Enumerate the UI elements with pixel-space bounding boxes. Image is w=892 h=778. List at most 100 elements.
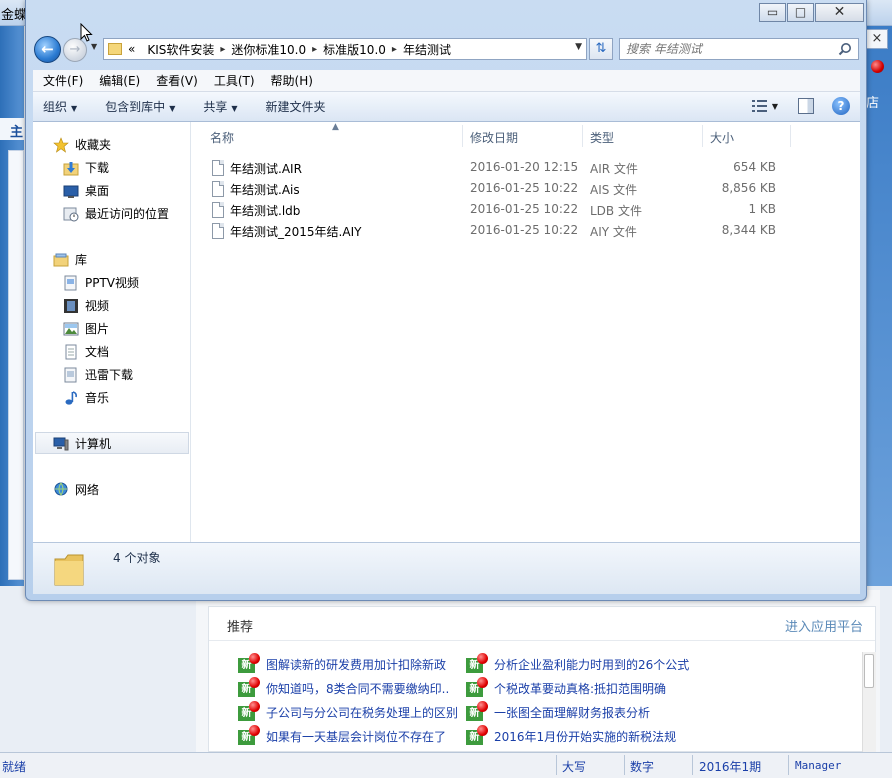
kis-close-button[interactable]: × [866, 29, 888, 49]
address-bar[interactable]: « KIS软件安装 ▸ 迷你标准10.0 ▸ 标准版10.0 ▸ 年结测试 ▼ [103, 38, 587, 60]
chevron-right-icon[interactable]: ▸ [312, 44, 317, 55]
mouse-cursor-icon [80, 23, 93, 42]
news-title[interactable]: 你知道吗，8类合同不需要缴纳印.. [266, 680, 449, 697]
red-dot-icon [249, 677, 260, 688]
nav-thunder[interactable]: 迅雷下载 [63, 366, 133, 383]
news-title[interactable]: 分析企业盈利能力时用到的26个公式 [494, 656, 689, 673]
nav-library[interactable]: 库 [53, 251, 87, 268]
view-options-icon[interactable] [751, 99, 768, 113]
column-name[interactable]: 名称 [210, 129, 234, 146]
column-divider[interactable] [790, 125, 791, 147]
nav-favorites[interactable]: 收藏夹 [53, 136, 111, 153]
file-date: 2016-01-20 12:15 [470, 160, 579, 174]
news-list-left: 新图解读新的研发费用加计扣除新政新你知道吗，8类合同不需要缴纳印.. 新子公司与分… [238, 652, 458, 748]
include-in-library-button[interactable]: 包含到库中 ▼ [105, 98, 175, 115]
breadcrumb-standard[interactable]: 标准版10.0 [323, 41, 386, 58]
column-headers: ▲ 名称 修改日期 类型 大小 [192, 122, 860, 147]
file-row[interactable]: 年结测试.AIR 2016-01-20 12:15 AIR 文件 654 KB [192, 157, 860, 178]
nav-pictures[interactable]: 图片 [63, 320, 109, 337]
organize-button[interactable]: 组织 ▼ [43, 98, 77, 115]
chevron-down-icon[interactable]: ▼ [772, 102, 778, 111]
news-item[interactable]: 新如果有一天基层会计岗位不存在了 [238, 724, 458, 748]
close-button[interactable]: ✕ [815, 3, 864, 22]
news-item[interactable]: 新你知道吗，8类合同不需要缴纳印.. [238, 676, 458, 700]
file-size: 654 KB [733, 160, 776, 174]
recommend-title: 推荐 [227, 620, 254, 635]
search-icon[interactable] [838, 42, 852, 56]
recommend-scroll-thumb[interactable] [864, 654, 874, 688]
breadcrumb-kis[interactable]: KIS软件安装 [147, 41, 214, 58]
breadcrumb-mini[interactable]: 迷你标准10.0 [231, 41, 306, 58]
news-title[interactable]: 子公司与分公司在税务处理上的区别 [266, 704, 458, 721]
news-item[interactable]: 新分析企业盈利能力时用到的26个公式 [466, 652, 689, 676]
menu-file[interactable]: 文件(F) [35, 72, 91, 89]
news-title[interactable]: 一张图全面理解财务报表分析 [494, 704, 650, 721]
nav-recent[interactable]: 最近访问的位置 [63, 205, 169, 222]
nav-downloads-label: 下载 [85, 161, 110, 175]
preview-pane-icon[interactable] [798, 98, 814, 114]
object-count: 4 个对象 [113, 551, 161, 565]
news-item[interactable]: 新图解读新的研发费用加计扣除新政 [238, 652, 458, 676]
maximize-button[interactable]: □ [787, 3, 814, 22]
file-row[interactable]: 年结测试_2015年结.AIY 2016-01-25 10:22 AIY 文件 8,3… [192, 220, 860, 241]
menu-help[interactable]: 帮助(H) [263, 72, 321, 89]
chevron-right-icon[interactable]: ▸ [392, 44, 397, 55]
app-platform-link[interactable]: 进入应用平台 [785, 616, 863, 635]
app-store-label[interactable]: 店 [866, 92, 879, 111]
chevron-down-icon: ▼ [231, 104, 238, 113]
status-ready: 就绪 [2, 760, 27, 774]
file-row[interactable]: 年结测试.ldb 2016-01-25 10:22 LDB 文件 1 KB [192, 199, 860, 220]
news-title[interactable]: 如果有一天基层会计岗位不存在了 [266, 728, 446, 745]
file-row[interactable]: 年结测试.Ais 2016-01-25 10:22 AIS 文件 8,856 KB [192, 178, 860, 199]
chevron-right-icon[interactable]: ▸ [220, 44, 225, 55]
nav-computer[interactable]: 计算机 [53, 435, 111, 452]
news-title[interactable]: 图解读新的研发费用加计扣除新政 [266, 656, 446, 673]
nav-downloads[interactable]: 下载 [63, 159, 109, 176]
search-box[interactable] [619, 38, 859, 60]
news-item[interactable]: 新个税改革要动真格:抵扣范围明确 [466, 676, 689, 700]
news-title[interactable]: 2016年1月份开始实施的新税法规 [494, 728, 676, 745]
help-icon[interactable]: ? [832, 97, 850, 115]
address-dropdown-icon[interactable]: ▼ [575, 42, 582, 52]
nav-recent-label: 最近访问的位置 [85, 207, 170, 221]
column-divider[interactable] [702, 125, 703, 147]
news-item[interactable]: 新子公司与分公司在税务处理上的区别 [238, 700, 458, 724]
red-dot-icon [249, 701, 260, 712]
nav-pptv[interactable]: PPTV视频 [63, 274, 139, 291]
news-title[interactable]: 个税改革要动真格:抵扣范围明确 [494, 680, 666, 697]
nav-videos[interactable]: 视频 [63, 297, 109, 314]
nav-music-label: 音乐 [85, 391, 110, 405]
nav-documents[interactable]: 文档 [63, 343, 109, 360]
share-button[interactable]: 共享 ▼ [203, 98, 237, 115]
chevron-down-icon: ▼ [169, 104, 176, 113]
back-button[interactable]: ← [34, 36, 61, 63]
kis-main-tab[interactable]: 主 [0, 118, 24, 140]
column-type[interactable]: 类型 [590, 129, 614, 146]
menu-edit[interactable]: 编辑(E) [91, 72, 148, 89]
refresh-button[interactable]: ⇅ [589, 38, 613, 60]
nav-music[interactable]: 音乐 [63, 389, 109, 406]
nav-desktop[interactable]: 桌面 [63, 182, 109, 199]
nav-pptv-label: PPTV视频 [85, 276, 140, 290]
column-date[interactable]: 修改日期 [470, 129, 518, 146]
column-divider[interactable] [582, 125, 583, 147]
menu-tools[interactable]: 工具(T) [206, 72, 263, 89]
breadcrumb-overflow[interactable]: « [128, 42, 135, 56]
arrow-left-icon: ← [41, 40, 54, 58]
news-item[interactable]: 新 2016年1月份开始实施的新税法规 [466, 724, 689, 748]
minimize-button[interactable]: ▭ [759, 3, 786, 22]
news-item[interactable]: 新一张图全面理解财务报表分析 [466, 700, 689, 724]
recent-pages-dropdown[interactable]: ▼ [91, 42, 97, 51]
search-input[interactable] [626, 41, 826, 57]
column-divider[interactable] [462, 125, 463, 147]
network-icon [54, 482, 68, 496]
nav-network[interactable]: 网络 [53, 481, 99, 498]
new-folder-button[interactable]: 新建文件夹 [266, 98, 326, 115]
status-bar: 就绪 大写 数字 2016年1期 Manager [0, 752, 892, 778]
red-dot-icon [477, 653, 488, 664]
menu-bar: 文件(F) 编辑(E) 查看(V) 工具(T) 帮助(H) [33, 70, 860, 92]
breadcrumb-current[interactable]: 年结测试 [403, 41, 451, 58]
status-divider [692, 755, 693, 775]
menu-view[interactable]: 查看(V) [148, 72, 206, 89]
column-size[interactable]: 大小 [710, 129, 734, 146]
